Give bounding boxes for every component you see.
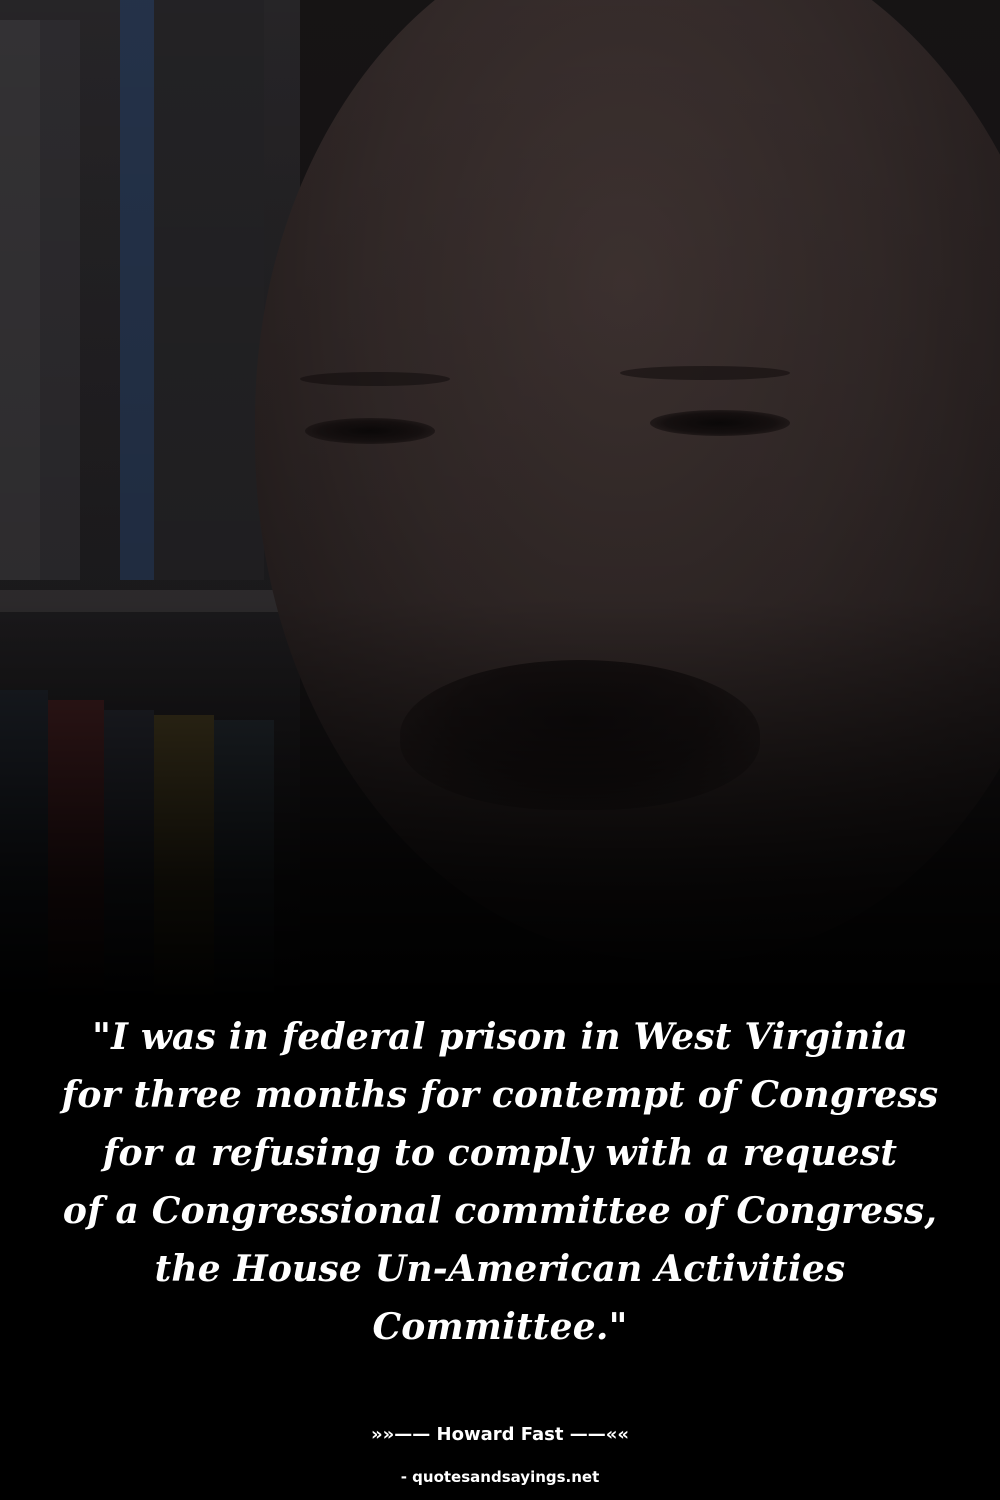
quote-line: for three months for contempt of Congres… [61, 1074, 939, 1116]
quote-text: "I was in federal prison in West Virgini… [40, 1008, 960, 1356]
author-attribution: »»—— Howard Fast ——«« [371, 1424, 629, 1445]
quote-line: Committee." [372, 1306, 628, 1348]
source-site: - quotesandsayings.net [400, 1468, 600, 1486]
quote-line: "I was in federal prison in West Virgini… [92, 1016, 908, 1058]
photo-fade-overlay [0, 0, 1000, 1000]
quote-card: "I was in federal prison in West Virgini… [0, 0, 1000, 1500]
quote-line: for a refusing to comply with a request [102, 1132, 898, 1174]
portrait-photo [0, 0, 1000, 1000]
quote-line: the House Un-American Activities [154, 1248, 846, 1290]
quote-line: of a Congressional committee of Congress… [62, 1190, 938, 1232]
